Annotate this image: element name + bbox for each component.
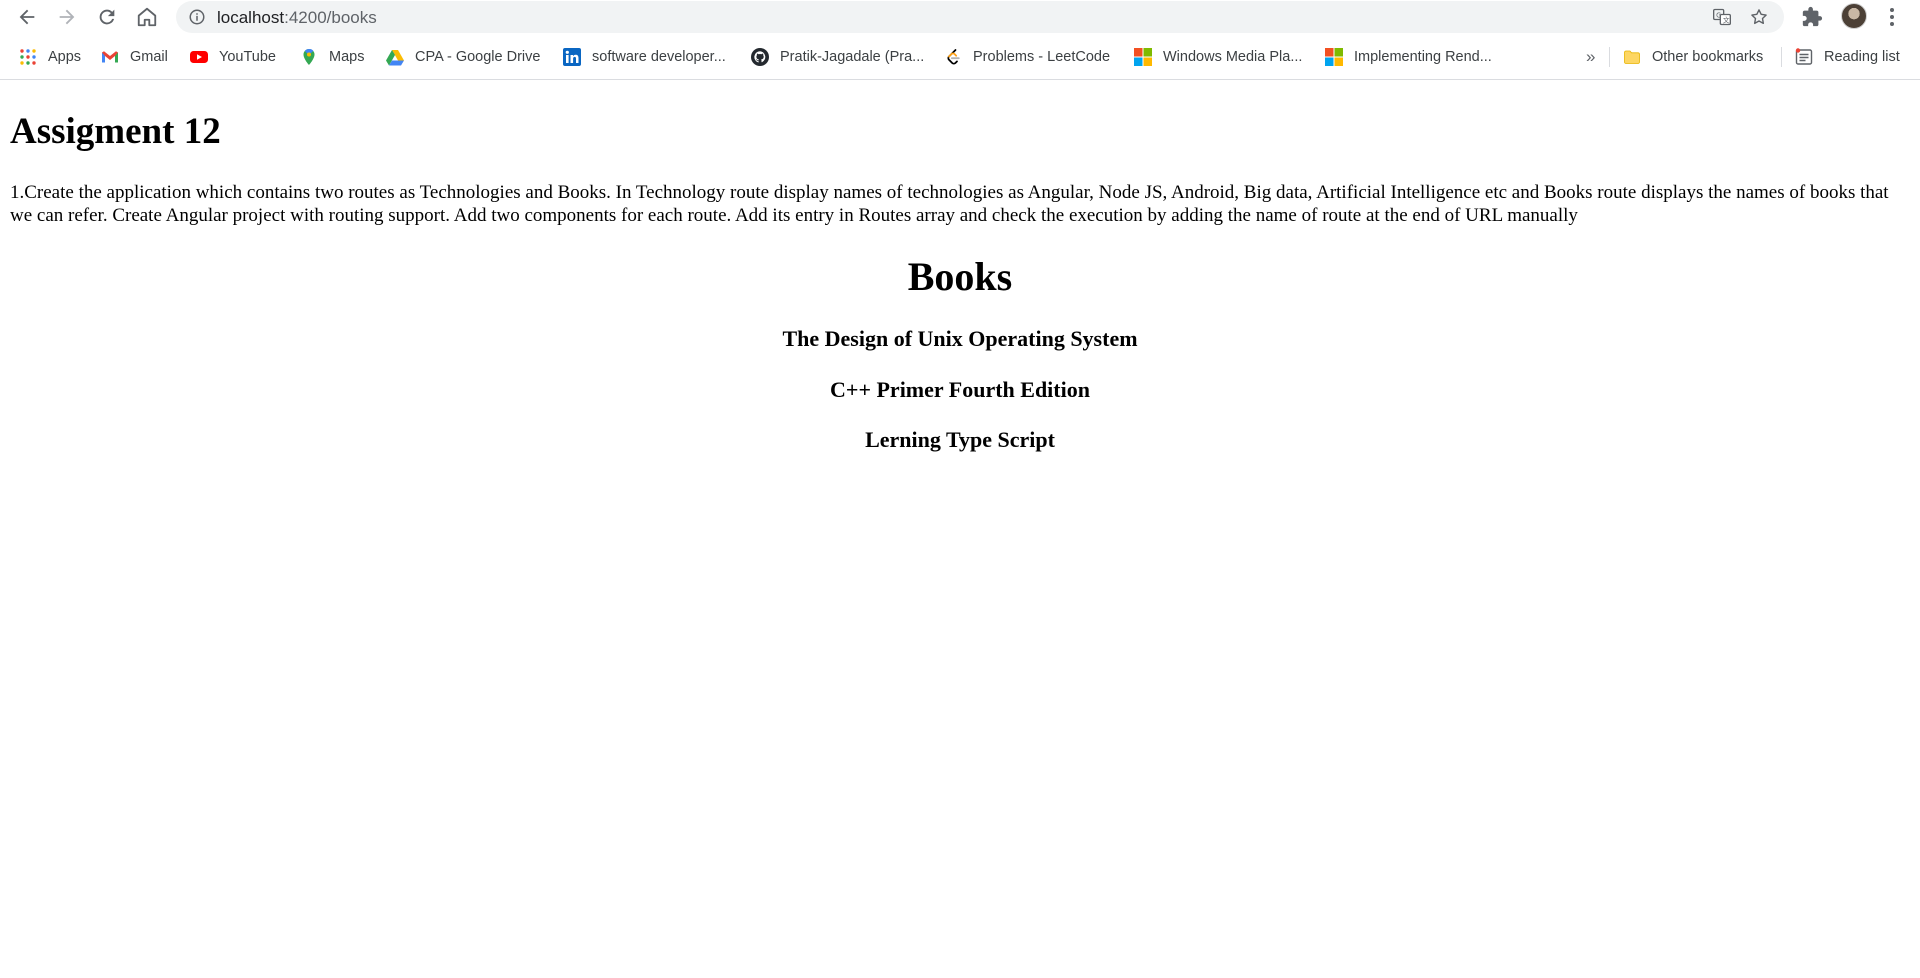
back-button[interactable] — [12, 2, 42, 32]
bookmarks-divider — [1609, 47, 1610, 67]
bookmark-label: Gmail — [130, 49, 168, 65]
arrow-right-icon — [59, 9, 75, 25]
book-item: The Design of Unix Operating System — [782, 326, 1138, 351]
bookmarks-divider — [1781, 47, 1782, 67]
page-title: Assigment 12 — [10, 111, 221, 152]
reading-list-label: Reading list — [1824, 49, 1900, 65]
folder-icon — [1623, 48, 1641, 66]
apps-grid-icon — [19, 48, 37, 66]
bookmark-implementing-rend[interactable]: Implementing Rend... — [1325, 44, 1492, 70]
other-bookmarks-label: Other bookmarks — [1652, 49, 1764, 65]
youtube-icon — [190, 48, 208, 66]
home-icon — [137, 7, 157, 27]
other-bookmarks[interactable]: Other bookmarks — [1623, 44, 1763, 70]
book-item: C++ Primer Fourth Edition — [830, 377, 1090, 402]
linkedin-icon — [563, 48, 581, 66]
google-drive-icon — [386, 48, 404, 66]
bookmark-gmail[interactable]: Gmail — [101, 44, 168, 70]
bookmarks-overflow-chevron[interactable]: » — [1586, 44, 1595, 70]
bookmark-label: YouTube — [219, 49, 276, 65]
svg-text:文: 文 — [1723, 15, 1730, 24]
info-icon[interactable] — [188, 8, 206, 26]
bookmark-label: Problems - LeetCode — [973, 49, 1111, 65]
bookmark-apps[interactable]: Apps — [19, 44, 81, 70]
extensions-button[interactable] — [1800, 5, 1824, 29]
url-path: :4200/books — [284, 8, 377, 27]
leetcode-icon — [944, 48, 962, 66]
puzzle-icon — [1802, 6, 1823, 27]
browser-menu-button[interactable] — [1880, 4, 1904, 30]
bookmark-label: Implementing Rend... — [1354, 49, 1492, 65]
forward-button[interactable] — [52, 2, 82, 32]
url-text[interactable]: localhost:4200/books — [217, 8, 377, 28]
reading-list-icon — [1795, 48, 1813, 66]
bookmark-cpa-google-drive[interactable]: CPA - Google Drive — [386, 44, 540, 70]
bookmark-label: Apps — [48, 49, 82, 65]
profile-avatar[interactable] — [1841, 3, 1867, 29]
microsoft-icon — [1134, 48, 1152, 66]
github-icon — [751, 48, 769, 66]
bookmark-label: software developer... — [592, 49, 726, 65]
maps-pin-icon — [300, 48, 318, 66]
url-host: localhost — [217, 8, 285, 27]
bookmark-youtube[interactable]: YouTube — [190, 44, 276, 70]
bookmark-label: Maps — [329, 49, 365, 65]
svg-text:G: G — [1716, 11, 1721, 19]
books-heading: Books — [907, 254, 1013, 299]
bookmark-star-icon[interactable] — [1749, 7, 1769, 27]
bookmark-github[interactable]: Pratik-Jagadale (Pra... — [751, 44, 924, 70]
assignment-description: 1.Create the application which contains … — [10, 182, 1889, 226]
reload-icon — [99, 9, 115, 25]
bookmark-leetcode[interactable]: Problems - LeetCode — [944, 44, 1110, 70]
reload-button[interactable] — [92, 2, 122, 32]
bookmarks-bar: Apps Gmail YouTube Maps CPA - Google Dri… — [0, 40, 1920, 73]
bookmark-label: Pratik-Jagadale (Pra... — [780, 49, 925, 65]
address-bar[interactable]: localhost:4200/books G文 — [176, 1, 1784, 33]
gmail-icon — [101, 48, 119, 66]
book-item: Lerning Type Script — [865, 427, 1055, 452]
browser-toolbar: localhost:4200/books G文 — [0, 0, 1920, 33]
bookmark-label: CPA - Google Drive — [415, 49, 541, 65]
arrow-left-icon — [19, 9, 35, 25]
bookmark-label: Windows Media Pla... — [1163, 49, 1303, 65]
translate-icon[interactable]: G文 — [1712, 7, 1732, 27]
bookmark-windows-media-player[interactable]: Windows Media Pla... — [1134, 44, 1302, 70]
home-button[interactable] — [132, 2, 162, 32]
microsoft-icon — [1325, 48, 1343, 66]
bookmark-software-developer[interactable]: software developer... — [563, 44, 726, 70]
bookmark-maps[interactable]: Maps — [300, 44, 364, 70]
reading-list[interactable]: Reading list — [1795, 44, 1900, 70]
toolbar-divider — [0, 79, 1920, 80]
